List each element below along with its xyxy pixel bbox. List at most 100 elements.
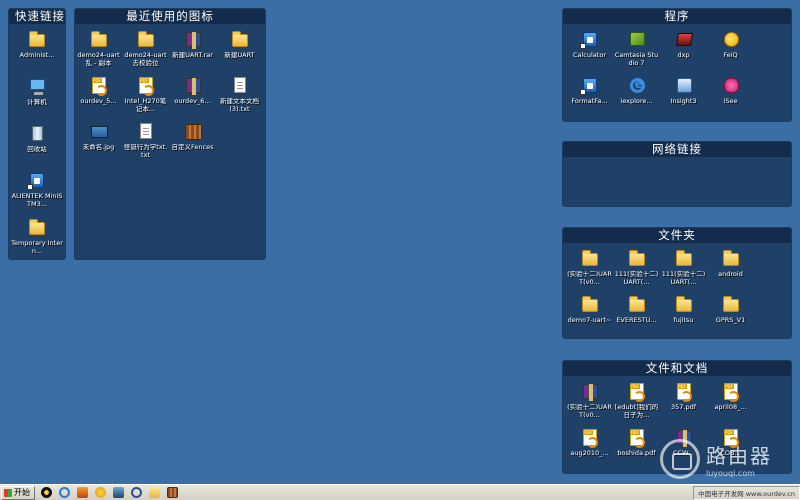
desktop-icon-item[interactable]: 357.pdf	[660, 380, 707, 426]
fence-title[interactable]: 最近使用的图标	[75, 9, 265, 24]
icon-label: 计算机	[27, 99, 47, 106]
icon-label: (实验十二)UART(v0...	[567, 404, 612, 419]
text-file-icon	[230, 76, 250, 96]
folder-icon	[627, 249, 647, 269]
icon-shape	[629, 429, 645, 448]
fence-folders: 文件夹 (实验十二)UART(v0... 111(实验十二)UART(... 111…	[562, 227, 792, 339]
desktop-icon-item[interactable]: Administ...	[10, 28, 64, 75]
icon-label: 357.pdf	[670, 404, 696, 411]
desktop-icon-item[interactable]: demo7-uart~	[566, 293, 613, 338]
desktop-icon-item[interactable]: Temporary Intern...	[10, 216, 64, 259]
folders-grid: (实验十二)UART(v0... 111(实验十二)UART(... 111(实验十…	[563, 243, 791, 338]
media-player-icon[interactable]	[113, 487, 124, 498]
desktop-icon-item[interactable]: 自定义Fences	[169, 120, 216, 166]
computer-icon	[27, 77, 47, 97]
ie-browser-icon[interactable]	[59, 487, 70, 498]
desktop-icon-item[interactable]: Intel_H270笔记本...	[122, 74, 169, 120]
icon-shape	[581, 250, 598, 266]
fence-title[interactable]: 网络链接	[563, 142, 791, 157]
icon-shape	[185, 78, 201, 95]
icon-label: demo24-uart乱 - 副本	[77, 52, 120, 67]
desktop-icon-item[interactable]: GPRS_V1	[707, 293, 754, 338]
desktop-icon-item[interactable]: dxp	[660, 28, 707, 74]
icon-label: 怪诞行为学txt.txt	[123, 144, 168, 159]
icon-label: Insight3	[670, 98, 697, 105]
folder-taskbar-icon[interactable]	[149, 487, 160, 498]
sync-app-icon[interactable]	[131, 487, 142, 498]
icon-label: [edubt]我们的日子为...	[614, 404, 659, 419]
pdf-icon	[627, 382, 647, 402]
icon-shape	[675, 296, 692, 312]
desktop-icon-item[interactable]: Calculator	[566, 28, 613, 74]
shortcut-arrow-icon	[27, 184, 33, 190]
desktop-icon-item[interactable]: Camtasia Studio 7	[613, 28, 660, 74]
taskbar: 开始 中国电子开发网 www.ourdev.cn	[0, 484, 800, 500]
emoji-app-icon[interactable]	[95, 487, 106, 498]
messenger-icon[interactable]	[77, 487, 88, 498]
desktop-icon-item[interactable]: aug2010_...	[566, 426, 613, 472]
desktop-icon-item[interactable]: april08_...	[707, 380, 754, 426]
desktop-icon-item[interactable]: 计算机	[10, 75, 64, 122]
desktop-icon-item[interactable]: iSee	[707, 74, 754, 120]
desktop-icon-item[interactable]: FormatFa...	[566, 74, 613, 120]
fence-title[interactable]: 程序	[563, 9, 791, 24]
desktop-icon-item[interactable]: 新建文本文档 (3).txt	[216, 74, 263, 120]
folder-icon	[674, 295, 694, 315]
qq-penguin-icon[interactable]	[41, 487, 52, 498]
icon-label: iSee	[723, 98, 738, 105]
desktop-icon-item[interactable]: 怪诞行为学txt.txt	[122, 120, 169, 166]
icon-shape	[676, 78, 692, 93]
desktop-icon-item[interactable]: demo24-uart去校验位	[122, 28, 169, 74]
user-folder-icon	[27, 30, 47, 50]
fence-title[interactable]: 文件夹	[563, 228, 791, 243]
desktop-icon-item[interactable]: ourdev_5...	[75, 74, 122, 120]
system-tray: 中国电子开发网 www.ourdev.cn	[693, 485, 800, 500]
desktop-icon-item[interactable]: (实验十二)UART(v0...	[566, 380, 613, 426]
desktop-icon-item[interactable]: [edubt]我们的日子为...	[613, 380, 660, 426]
icon-shape	[629, 77, 645, 93]
fence-title[interactable]: 快速链接	[9, 9, 65, 24]
desktop-icon-item[interactable]: fujitsu	[660, 293, 707, 338]
icon-label: Temporary Intern...	[11, 240, 63, 255]
icon-label: boshida.pdf	[617, 450, 656, 457]
desktop-icon-item[interactable]: 未命名.jpg	[75, 120, 122, 166]
desktop-icon-item[interactable]: ourdev_6...	[169, 74, 216, 120]
icon-shape	[723, 32, 739, 47]
desktop-icon-item[interactable]: android	[707, 247, 754, 293]
desktop-icon-item[interactable]: EVERESTU...	[613, 293, 660, 338]
icon-shape	[231, 31, 248, 47]
icon-label: (实验十二)UART(v0...	[567, 271, 612, 286]
fence-network-links: 网络链接	[562, 141, 792, 207]
icon-label: fujitsu	[673, 317, 694, 324]
start-button[interactable]: 开始	[1, 485, 35, 500]
folder-icon	[27, 218, 47, 238]
folder-icon	[89, 30, 109, 50]
desktop-icon-item[interactable]: 新建UART.rar	[169, 28, 216, 74]
pdf-icon	[674, 382, 694, 402]
desktop-icon-item[interactable]: demo24-uart乱 - 副本	[75, 28, 122, 74]
icon-shape	[185, 32, 201, 49]
router-logo-icon	[660, 439, 700, 479]
icon-label: 新建UART	[224, 52, 255, 59]
desktop-icon-item[interactable]: 回收站	[10, 122, 64, 169]
icon-label: 自定义Fences	[171, 144, 214, 151]
desktop-icon-item[interactable]: Insight3	[660, 74, 707, 120]
icon-shape	[582, 429, 598, 448]
desktop-icon-item[interactable]: ALIENTEK MiniSTM3...	[10, 169, 64, 216]
icon-label: 新建文本文档 (3).txt	[220, 98, 259, 113]
pdf-icon	[627, 428, 647, 448]
folder-icon	[136, 30, 156, 50]
fences-taskbar-icon[interactable]	[167, 487, 178, 498]
windows-flag-icon	[4, 488, 12, 497]
desktop-icon-item[interactable]: iexplore...	[613, 74, 660, 120]
desktop-icon-item[interactable]: boshida.pdf	[613, 426, 660, 472]
desktop-icon-item[interactable]: FeiQ	[707, 28, 754, 74]
watermark-en: luyouqi.com	[706, 469, 755, 478]
desktop-icon-item[interactable]: (实验十二)UART(v0...	[566, 247, 613, 293]
desktop-icon-item[interactable]: 111(实验十二)UART(...	[660, 247, 707, 293]
desktop-icon-item[interactable]: 新建UART	[216, 28, 263, 74]
icon-label: april08_...	[714, 404, 747, 411]
fence-title[interactable]: 文件和文档	[563, 361, 791, 376]
desktop-icon-item[interactable]: 111(实验十二)UART(...	[613, 247, 660, 293]
icon-label: Camtasia Studio 7	[614, 52, 659, 67]
